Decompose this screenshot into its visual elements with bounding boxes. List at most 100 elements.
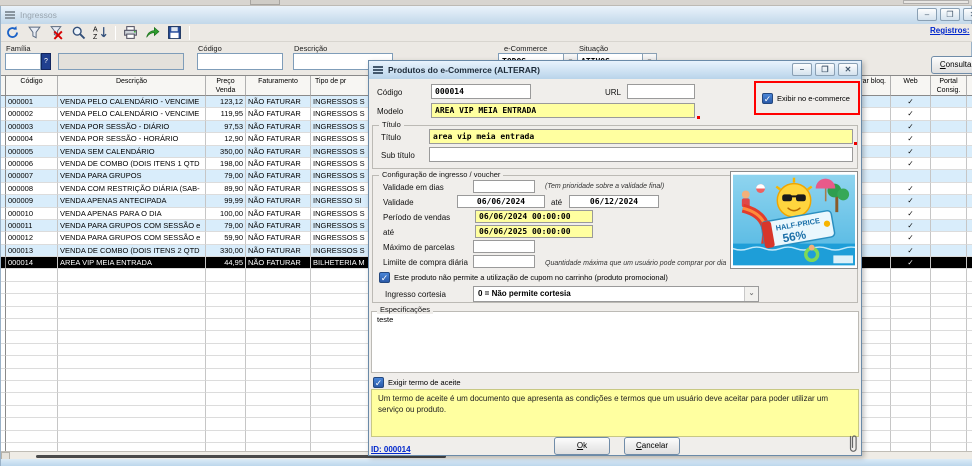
codigo-filter-label: Código bbox=[198, 44, 222, 53]
cell-web bbox=[891, 170, 931, 182]
dialog-menu-icon[interactable] bbox=[373, 66, 383, 74]
cell-web bbox=[891, 369, 931, 381]
header-web[interactable]: Web bbox=[891, 76, 931, 96]
modelo-field[interactable] bbox=[431, 103, 695, 118]
header-portal-consig[interactable]: Portal Consig. bbox=[931, 76, 967, 96]
cell-descricao bbox=[58, 282, 206, 294]
validade-fim-field[interactable] bbox=[569, 195, 659, 208]
cell-extra bbox=[967, 443, 972, 451]
search-icon[interactable] bbox=[71, 25, 86, 40]
validade-label: Validade bbox=[383, 198, 414, 207]
cell-descricao bbox=[58, 307, 206, 319]
cell-web: ✓ bbox=[891, 208, 931, 220]
ingresso-cortesia-select[interactable]: 0 = Não permite cortesia ⌄ bbox=[473, 286, 759, 302]
dialog-restore-button[interactable]: ❐ bbox=[815, 63, 835, 76]
ok-button[interactable]: Ok bbox=[554, 437, 610, 455]
save-icon[interactable] bbox=[167, 25, 182, 40]
limite-compra-field[interactable] bbox=[473, 255, 535, 268]
paperclip-icon[interactable] bbox=[847, 433, 859, 455]
familia-input[interactable] bbox=[5, 53, 41, 70]
header-descricao[interactable]: Descrição bbox=[58, 76, 206, 96]
cell-portal-consig bbox=[931, 257, 967, 269]
periodo-fim-field[interactable] bbox=[475, 225, 593, 238]
header-faturamento[interactable]: Faturamento bbox=[246, 76, 311, 96]
cell-faturamento bbox=[246, 356, 311, 368]
print-icon[interactable] bbox=[123, 25, 138, 40]
cell-descricao: VENDA SEM CALENDÁRIO bbox=[58, 146, 206, 158]
cell-codigo: 000010 bbox=[6, 208, 58, 220]
toolbar-separator bbox=[115, 26, 116, 40]
exibir-highlight-box: Exibir no e-commerce bbox=[754, 81, 860, 115]
limite-compra-label: Limiite de compra diária bbox=[383, 258, 468, 267]
sort-az-icon[interactable]: AZ bbox=[93, 25, 108, 40]
validade-inicio-field[interactable] bbox=[457, 195, 545, 208]
window-titlebar[interactable]: Ingressos – ❐ ✕ bbox=[1, 6, 971, 24]
export-icon[interactable] bbox=[145, 25, 160, 40]
refresh-icon[interactable] bbox=[5, 25, 20, 40]
cell-extra bbox=[967, 319, 972, 331]
cell-codigo: 000005 bbox=[6, 146, 58, 158]
registros-link[interactable]: Registros: bbox=[930, 26, 970, 35]
cell-descricao: VENDA APENAS ANTECIPADA bbox=[58, 195, 206, 207]
dialog-close-button[interactable]: ✕ bbox=[838, 63, 858, 76]
dialog-title: Produtos do e-Commerce (ALTERAR) bbox=[388, 65, 540, 75]
cell-web: ✓ bbox=[891, 183, 931, 195]
svg-text:Z: Z bbox=[93, 34, 98, 40]
cupom-checkbox[interactable] bbox=[379, 272, 390, 283]
cell-web: ✓ bbox=[891, 195, 931, 207]
url-field[interactable] bbox=[627, 84, 695, 99]
cell-portal-consig bbox=[931, 170, 967, 182]
periodo-inicio-field[interactable] bbox=[475, 210, 593, 223]
dialog-codigo-field[interactable] bbox=[431, 84, 531, 99]
cell-descricao bbox=[58, 418, 206, 430]
restore-button[interactable]: ❐ bbox=[940, 8, 960, 21]
cell-portal-consig bbox=[931, 146, 967, 158]
familia-lookup-button[interactable]: ? bbox=[41, 53, 51, 70]
cell-preco: 59,90 bbox=[206, 232, 246, 244]
window-menu-icon[interactable] bbox=[5, 11, 15, 19]
ate-label: até bbox=[551, 198, 562, 207]
chevron-down-icon[interactable]: ⌄ bbox=[744, 287, 758, 301]
dialog-minimize-button[interactable]: – bbox=[792, 63, 812, 76]
exibir-checkbox[interactable] bbox=[762, 93, 773, 104]
validade-dias-field[interactable] bbox=[473, 180, 535, 193]
close-button[interactable]: ✕ bbox=[963, 8, 972, 21]
cell-extra bbox=[967, 158, 972, 170]
descricao-filter-label: Descrição bbox=[294, 44, 327, 53]
situacao-filter-label: Situação bbox=[579, 44, 608, 53]
titulo-group-legend: Título bbox=[379, 120, 404, 129]
ingresso-cortesia-label: Ingresso cortesia bbox=[385, 290, 446, 299]
titulo-field[interactable] bbox=[429, 129, 853, 144]
header-preco-venda[interactable]: Preço Venda bbox=[206, 76, 246, 96]
cell-extra bbox=[967, 431, 972, 443]
filter-icon[interactable] bbox=[27, 25, 42, 40]
cell-preco bbox=[206, 406, 246, 418]
subtitulo-field[interactable] bbox=[429, 147, 853, 162]
consultar-button[interactable]: Consultar bbox=[931, 56, 972, 74]
cell-portal-consig bbox=[931, 195, 967, 207]
header-codigo[interactable]: Código bbox=[6, 76, 58, 96]
cell-extra bbox=[967, 331, 972, 343]
cell-codigo: 000014 bbox=[6, 257, 58, 269]
id-link[interactable]: ID: 000014 bbox=[371, 445, 411, 454]
especificacoes-legend: Especificações bbox=[377, 305, 433, 314]
cell-extra bbox=[967, 294, 972, 306]
termo-checkbox[interactable] bbox=[373, 377, 384, 388]
cortesia-value: 0 = Não permite cortesia bbox=[478, 289, 571, 298]
cell-extra bbox=[967, 232, 972, 244]
cell-extra bbox=[967, 406, 972, 418]
cell-portal-consig bbox=[931, 108, 967, 120]
termo-text-area[interactable]: Um termo de aceite é um documento que ap… bbox=[371, 389, 859, 437]
cell-extra bbox=[967, 96, 972, 108]
dialog-titlebar[interactable]: Produtos do e-Commerce (ALTERAR) – ❐ ✕ bbox=[369, 61, 861, 79]
codigo-filter-input[interactable] bbox=[197, 53, 283, 70]
cell-extra bbox=[967, 393, 972, 405]
cancel-button[interactable]: Cancelar bbox=[624, 437, 680, 455]
ate2-label: até bbox=[383, 228, 394, 237]
especificacoes-textarea[interactable]: teste bbox=[371, 311, 859, 373]
minimize-button[interactable]: – bbox=[917, 8, 937, 21]
exibir-label: Exibir no e-commerce bbox=[777, 94, 850, 103]
cell-codigo: 000002 bbox=[6, 108, 58, 120]
clear-filter-icon[interactable] bbox=[49, 25, 64, 40]
max-parcelas-field[interactable] bbox=[473, 240, 535, 253]
